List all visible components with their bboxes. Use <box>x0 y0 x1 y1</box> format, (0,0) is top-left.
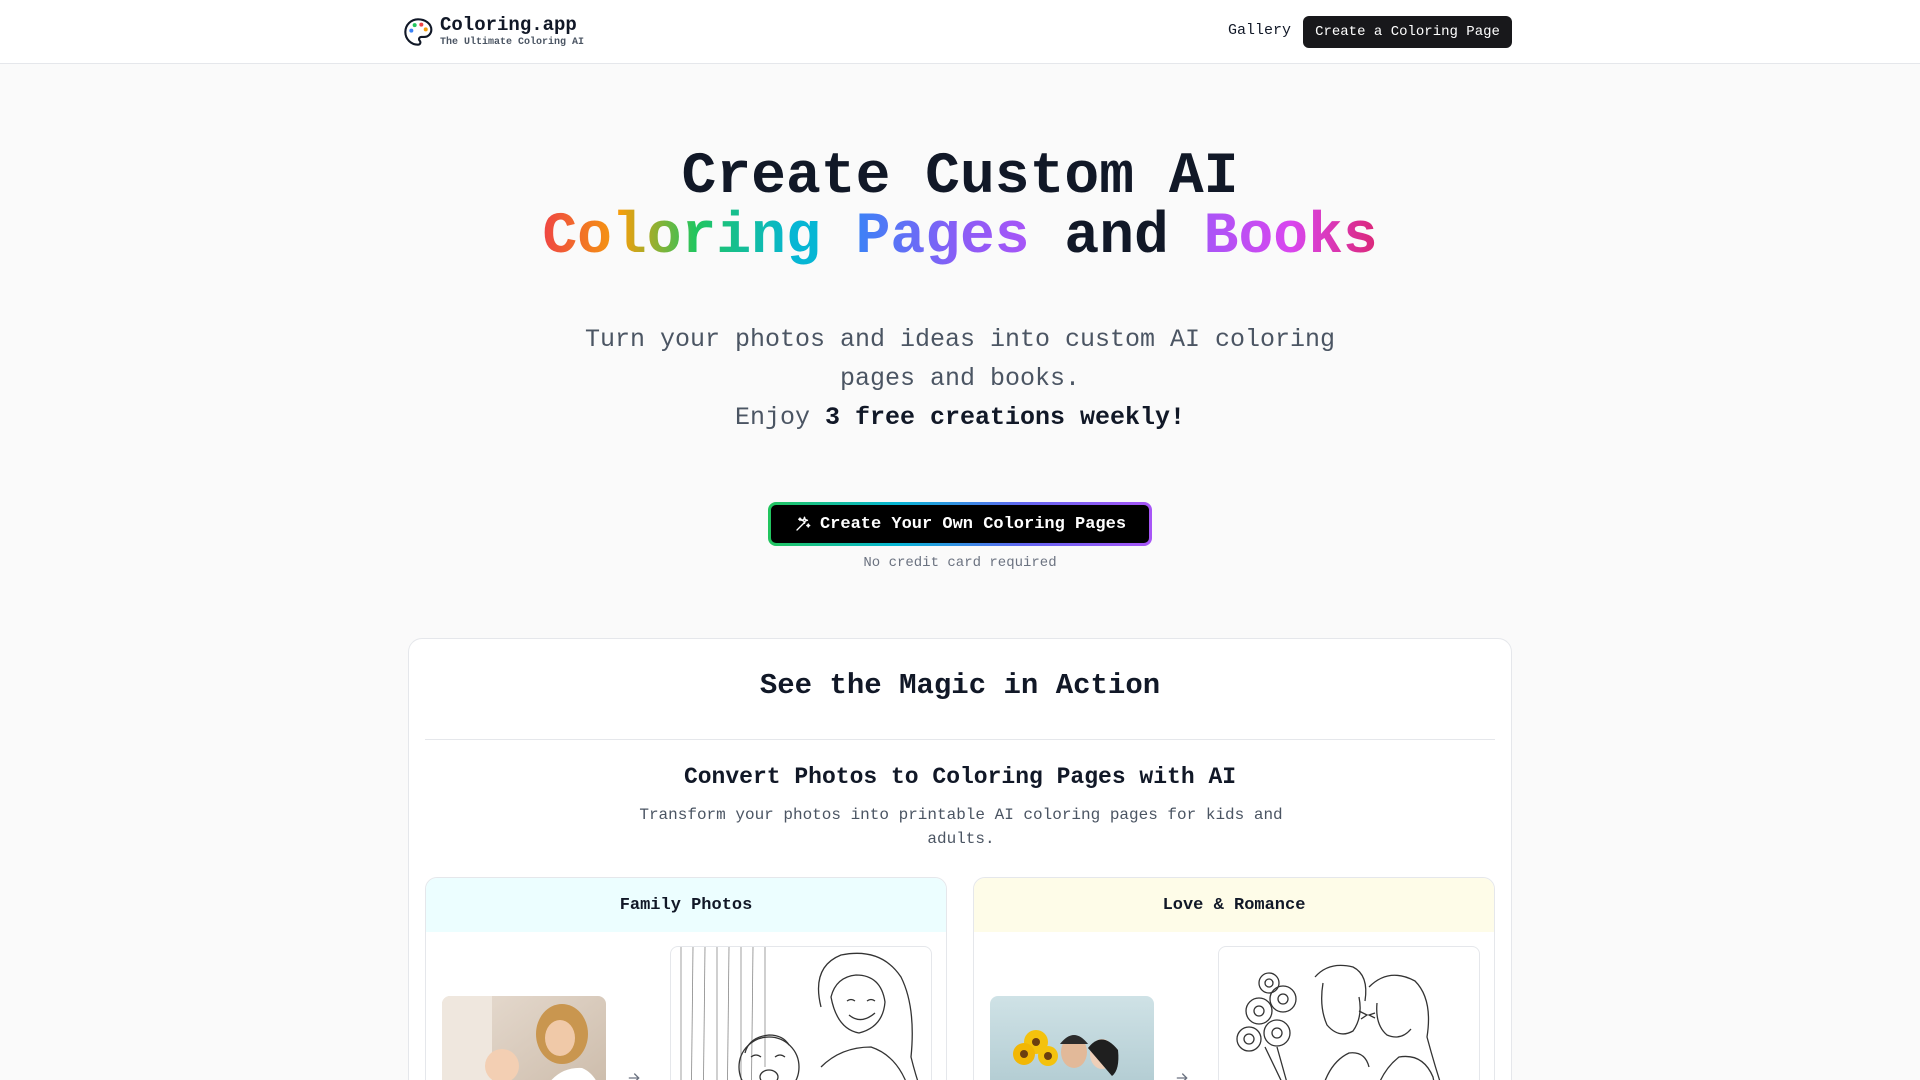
hero-subtitle: Turn your photos and ideas into custom A… <box>580 320 1340 437</box>
hero-title-and: and <box>1064 205 1169 270</box>
example-family-photos[interactable]: Family Photos <box>425 877 947 1080</box>
nav-gallery-link[interactable]: Gallery <box>1228 22 1291 39</box>
hero-title-books: Books <box>1203 205 1378 270</box>
example-label: Love & Romance <box>974 878 1494 932</box>
brand-logo[interactable]: Coloring.app The Ultimate Coloring AI <box>402 14 584 50</box>
palette-icon <box>404 18 433 46</box>
create-your-own-button[interactable]: Create Your Own Coloring Pages <box>768 502 1152 546</box>
top-nav-bar: Coloring.app The Ultimate Coloring AI Ga… <box>0 0 1920 64</box>
no-credit-card-note: No credit card required <box>863 555 1057 571</box>
hero-title-line1: Create Custom AI <box>681 145 1239 210</box>
hero-title-coloring: Coloring <box>542 205 821 270</box>
magic-in-action-card: See the Magic in Action Convert Photos t… <box>408 638 1512 1080</box>
convert-photos-description: Transform your photos into printable AI … <box>639 806 1283 848</box>
section-divider <box>425 739 1495 740</box>
hero-free-offer: 3 free creations weekly! <box>824 403 1186 432</box>
arrow-right-icon <box>628 1073 640 1080</box>
create-your-own-label: Create Your Own Coloring Pages <box>819 514 1127 534</box>
arrow-right-icon <box>1176 1073 1188 1080</box>
create-coloring-page-button[interactable]: Create a Coloring Page <box>1303 16 1512 48</box>
hero-description: Turn your photos and ideas into custom A… <box>584 325 1336 393</box>
hero-title: Create Custom AI Coloring Pages and Book… <box>0 148 1920 268</box>
magic-section-title: See the Magic in Action <box>759 669 1161 702</box>
couple-source-photo <box>990 996 1154 1080</box>
family-source-photo <box>442 996 606 1080</box>
example-love-romance[interactable]: Love & Romance <box>973 877 1495 1080</box>
hero-enjoy-prefix: Enjoy <box>734 403 810 432</box>
sparkles-icon <box>796 516 811 531</box>
brand-name: Coloring.app <box>440 14 577 36</box>
brand-tagline: The Ultimate Coloring AI <box>440 37 585 48</box>
example-label: Family Photos <box>426 878 946 932</box>
couple-coloring-page <box>1218 946 1480 1080</box>
convert-photos-title: Convert Photos to Coloring Pages with AI <box>683 764 1237 790</box>
family-coloring-page <box>670 946 932 1080</box>
hero-title-pages: Pages <box>855 205 1030 270</box>
